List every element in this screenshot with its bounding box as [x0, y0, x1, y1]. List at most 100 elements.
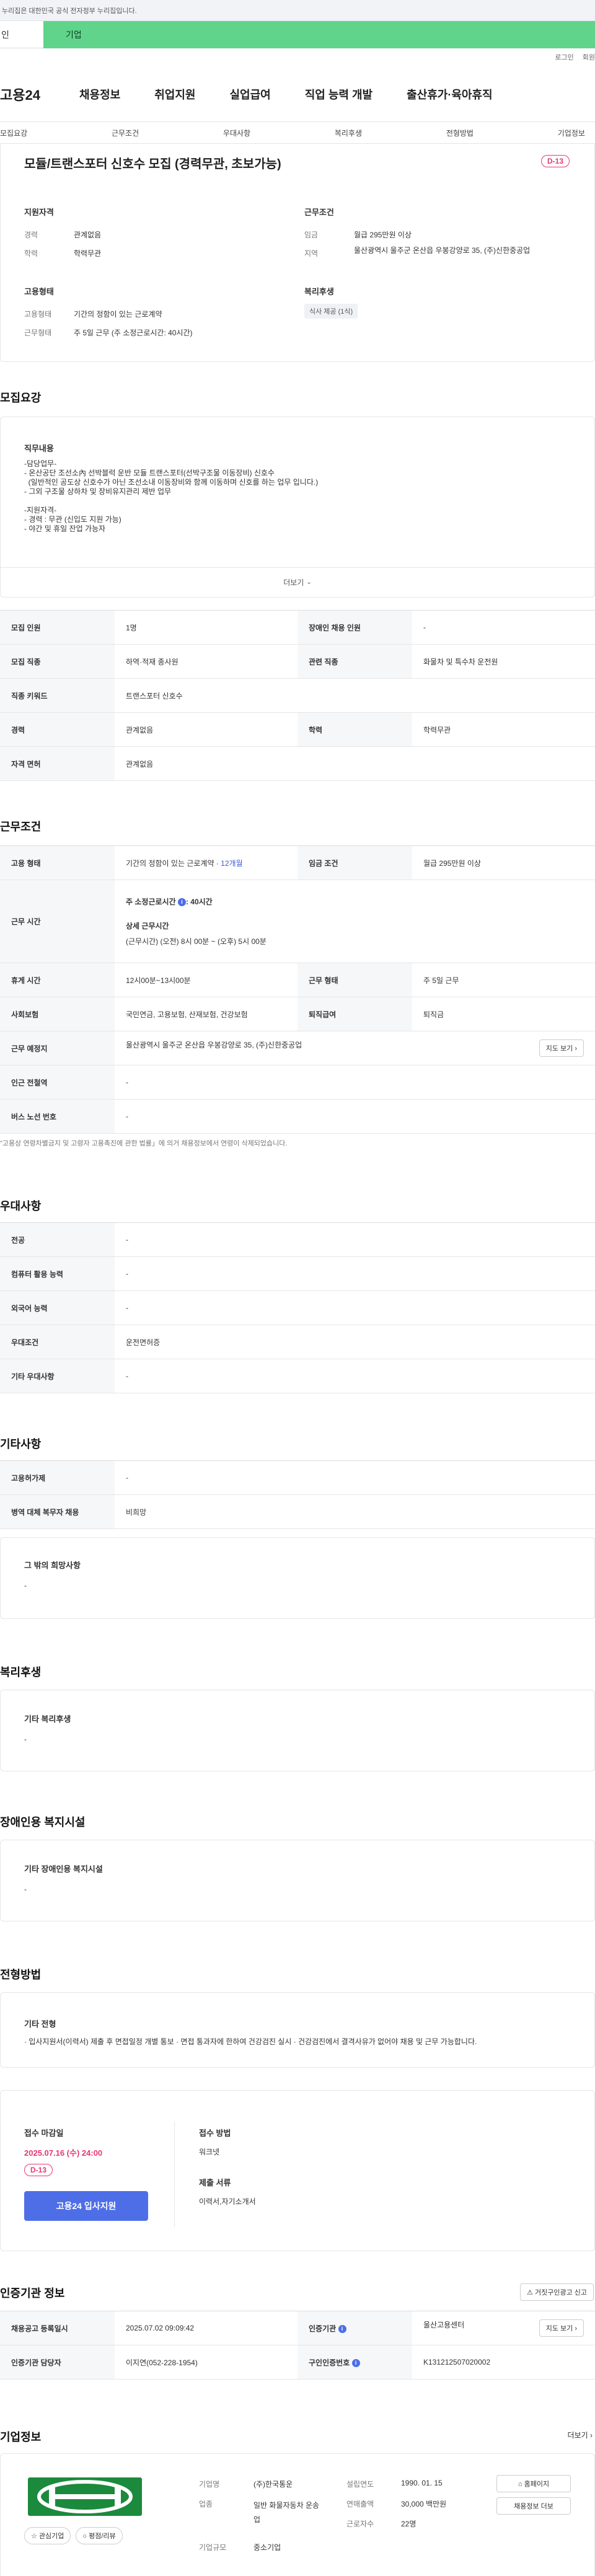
table-cell: 주 5일 근무 — [412, 963, 595, 997]
selection-box-value: · 입사지원서(이력서) 제출 후 면접일정 개별 통보 · 면접 통과자에 한… — [24, 2037, 477, 2046]
homepage-button[interactable]: ⌂ 홈페이지 — [496, 2475, 571, 2492]
disabled-card: 기타 장애인용 복지시설 - — [0, 1840, 595, 1921]
employees-value: 22명 — [401, 2520, 416, 2528]
table-cell: 국민연금, 고용보험, 산재보험, 건강보험 — [115, 997, 298, 1031]
table-cell: 이지연(052-228-1954) — [115, 2345, 298, 2380]
subnav-work[interactable]: 근무조건 — [112, 128, 139, 138]
subnav-prefer[interactable]: 우대사항 — [223, 128, 250, 138]
report-button[interactable]: ⚠ 거짓구인광고 신고 — [520, 2283, 594, 2301]
docs-value: 이력서,자기소개서 — [199, 2197, 256, 2206]
table-header: 인근 전철역 — [0, 1065, 115, 1100]
review-button[interactable]: ○ 평점/리뷰 — [76, 2527, 123, 2544]
chat-icon: ○ — [82, 2533, 87, 2540]
table-header: 컴퓨터 활용 능력 — [0, 1256, 115, 1291]
nav-training[interactable]: 직업 능력 개발 — [305, 86, 372, 102]
map-button[interactable]: 지도 보기 › — [539, 1039, 584, 1057]
selection-card: 기타 전형 · 입사지원서(이력서) 제출 후 면접일정 개별 통보 · 면접 … — [0, 1992, 595, 2068]
disabled-heading: 장애인용 복지시설 — [0, 1816, 86, 1828]
map-button-label: 지도 보기 — [545, 2325, 573, 2332]
table-row: 직종 키워드 트랜스포터 신호수 — [0, 678, 595, 713]
table-row: 컴퓨터 활용 능력 - — [0, 1256, 595, 1291]
employees-label: 근로자수 — [346, 2520, 374, 2528]
table-cell: 관계없음 — [115, 712, 298, 747]
cert-agency-label: 인증기관 — [309, 2324, 337, 2333]
info-icon[interactable]: i — [351, 2358, 360, 2367]
table-header: 임금 조건 — [298, 845, 412, 880]
table-header: 사회보험 — [0, 997, 115, 1031]
table-cell: 비희망 — [115, 1494, 595, 1529]
company-actions: ☆ 관심기업 ○ 평점/리뷰 — [24, 2527, 123, 2544]
nav-unemployment[interactable]: 실업급여 — [230, 86, 271, 102]
info-icon[interactable]: i — [338, 2324, 346, 2333]
info-icon[interactable]: i — [177, 898, 186, 907]
table-header: 고용허가제 — [0, 1460, 115, 1495]
table-header: 채용공고 등록일시 — [0, 2311, 115, 2345]
tab-enterprise-label: 기업 — [66, 30, 82, 40]
table-row: 고용허가제 - — [0, 1460, 595, 1495]
job-content-line: -담당업무- — [24, 459, 57, 468]
table-row: 사회보험 국민연금, 고용보험, 산재보험, 건강보험 퇴직급여 퇴직금 — [0, 997, 595, 1031]
established-value: 1990. 01. 15 — [401, 2479, 443, 2487]
tab-individual-label: 인 — [1, 29, 9, 40]
map-button[interactable]: 지도 보기 › — [539, 2319, 584, 2337]
wage-value: 월급 295만원 이상 — [354, 231, 412, 239]
login-link[interactable]: 로그인 — [555, 52, 573, 62]
gov-banner: 누리집은 대한민국 공식 전자정부 누리집입니다. — [0, 0, 595, 21]
table-cell: 월급 295만원 이상 — [412, 845, 595, 880]
table-header: 인증기관 i — [298, 2311, 412, 2345]
gov-banner-text: 누리집은 대한민국 공식 전자정부 누리집입니다. — [2, 7, 137, 15]
table-cell: - — [115, 1256, 595, 1291]
more-jobs-button[interactable]: 채용정보 더보 — [496, 2497, 571, 2515]
table-row: 외국어 능력 - — [0, 1290, 595, 1325]
company-size-label: 기업규모 — [199, 2543, 227, 2552]
table-cell: 1명 — [115, 610, 298, 645]
table-row: 모집 직종 하역·적재 종사원 관련 직종 화물차 및 특수차 운전원 — [0, 644, 595, 679]
industry-label: 업종 — [199, 2500, 213, 2508]
region-label: 지역 — [304, 249, 319, 258]
apply-button[interactable]: 고용24 입사지원 — [24, 2191, 148, 2221]
table-cell: - — [115, 1222, 595, 1257]
table-header: 근무 예정지 — [0, 1031, 115, 1065]
table-row: 전공 - — [0, 1222, 595, 1257]
cert-table: 채용공고 등록일시 2025.07.02 09:09:42 인증기관 i 울산고… — [0, 2311, 595, 2380]
recruit-more-button[interactable]: 더보기 ⌄ — [1, 567, 594, 597]
job-title: 모듈/트랜스포터 신호수 모집 (경력무관, 초보가능) — [24, 157, 281, 171]
tab-enterprise[interactable]: 기업 — [43, 21, 595, 48]
table-cell: 퇴직금 — [412, 997, 595, 1031]
company-more-link[interactable]: 더보기 › — [568, 2430, 593, 2440]
other-wishes-card: 그 밖의 희망사항 - — [0, 1537, 595, 1619]
report-button-label: 거짓구인광고 신고 — [534, 2289, 587, 2296]
subnav-selection[interactable]: 전형방법 — [446, 128, 474, 138]
table-header: 경력 — [0, 712, 115, 747]
method-label: 접수 방법 — [199, 2128, 231, 2138]
detail-hours-label: 상세 근무시간 — [126, 922, 169, 930]
nav-jobs[interactable]: 채용정보 — [79, 86, 120, 102]
job-content-line: - 그외 구조물 상하차 및 장비유지관리 제반 업무 — [24, 487, 172, 496]
table-cell: 울산광역시 울주군 온산읍 우봉강양로 35, (주)신한중공업 지도 보기 › — [115, 1031, 595, 1065]
nav-leave[interactable]: 출산휴가·육아휴직 — [407, 86, 492, 102]
job-content-line: - 경력 : 무관 (신입도 지원 가능) — [24, 515, 121, 524]
tab-individual[interactable]: 인 — [0, 21, 43, 48]
deadline-value: 2025.07.16 (수) 24:00 — [24, 2148, 103, 2158]
qualification-heading: 지원자격 — [24, 208, 54, 217]
table-cell: K131212507020002 — [412, 2345, 595, 2380]
site-logo[interactable]: 고용24 — [0, 84, 79, 104]
table-header: 고용 형태 — [0, 845, 115, 880]
subnav-benefit[interactable]: 복리후생 — [335, 128, 362, 138]
table-row: 병역 대체 복무자 채용 비희망 — [0, 1494, 595, 1529]
recruit-table: 모집 인원 1명 장애인 채용 인원 - 모집 직종 하역·적재 종사원 관련 … — [0, 610, 595, 781]
table-cell: 운전면허증 — [115, 1325, 595, 1359]
signup-link[interactable]: 회원 — [583, 52, 595, 62]
employment-heading: 고용형태 — [24, 287, 54, 296]
weekly-hours-label: 주 소정근로시간 — [126, 898, 176, 906]
chevron-down-icon: ⌄ — [306, 579, 312, 586]
wage-label: 임금 — [304, 231, 319, 239]
cert-heading: 인증기관 정보 — [0, 2287, 65, 2300]
favorite-company-button[interactable]: ☆ 관심기업 — [24, 2527, 71, 2544]
subnav-recruit[interactable]: 모집요강 — [0, 128, 27, 138]
other-wishes-value: - — [24, 1581, 27, 1590]
subnav-company[interactable]: 기업정보 — [558, 128, 585, 138]
table-cell: - — [115, 1460, 595, 1495]
nav-employment-support[interactable]: 취업지원 — [154, 86, 195, 102]
job-content-text: -담당업무- - 온산공단 조선소內 선박블럭 운반 모듈 트랜스포터(선박구조… — [24, 459, 318, 534]
